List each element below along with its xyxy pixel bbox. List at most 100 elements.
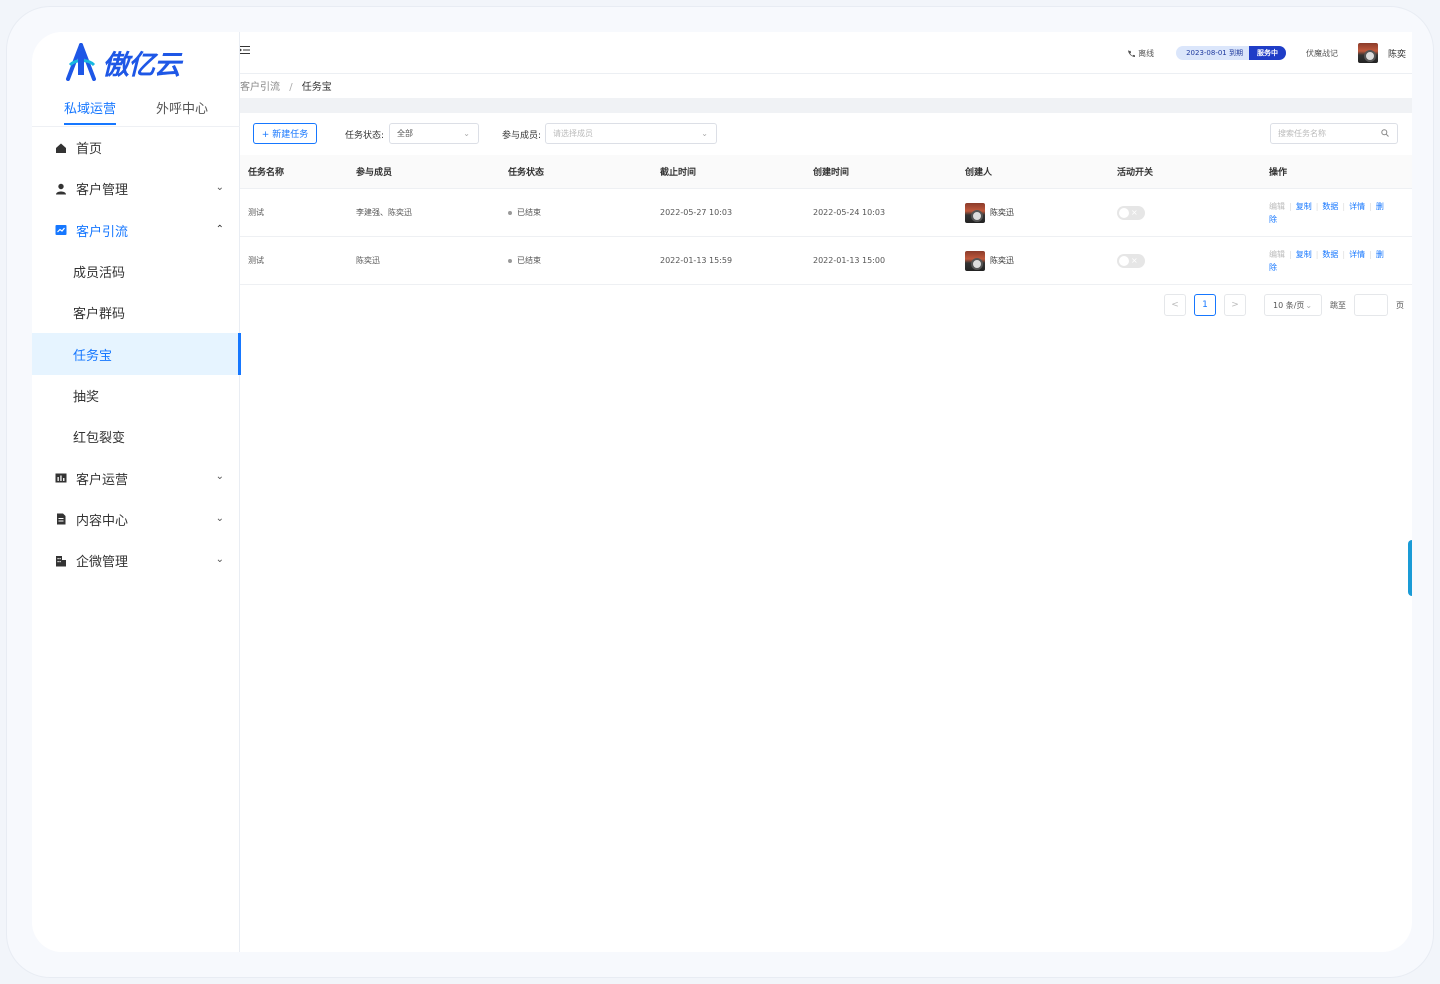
col-header: 截止时间	[660, 168, 697, 178]
table-header: 任务名称 参与成员 任务状态 截止时间 创建时间 创建人 活动开关 操作	[240, 155, 1412, 189]
detail-link[interactable]: 详情	[1349, 250, 1365, 259]
copy-link[interactable]: 复制	[1296, 250, 1312, 259]
chevron-up-icon: ⌃	[215, 223, 224, 235]
data-link[interactable]: 数据	[1322, 250, 1338, 259]
col-header: 活动开关	[1117, 168, 1154, 178]
chevron-down-icon: ⌄	[463, 129, 470, 138]
chevron-down-icon: ⌄	[701, 129, 708, 138]
building-icon	[54, 554, 68, 568]
search-icon[interactable]	[1381, 129, 1389, 139]
page-size-select[interactable]: 10 条/页 ⌄	[1264, 294, 1322, 316]
service-pill: 2023-08-01 到期 服务中	[1176, 46, 1286, 60]
copy-link[interactable]: 复制	[1296, 202, 1312, 211]
row-actions: 编辑 | 复制 | 数据 | 详情 | 删除	[1269, 249, 1384, 272]
delete-link[interactable]: 删	[1376, 250, 1384, 259]
creator-name: 陈奕迅	[990, 256, 1014, 265]
header-note[interactable]: 伏魔战记	[1306, 48, 1338, 59]
search-input[interactable]: 搜索任务名称	[1270, 123, 1398, 144]
tab-outbound-center[interactable]: 外呼中心	[156, 94, 208, 124]
user-icon	[54, 182, 68, 196]
activity-switch-cell	[1109, 253, 1261, 268]
header-right: 离线 2023-08-01 到期 服务中 伏魔战记 陈奕	[1128, 42, 1406, 64]
menu-item-home[interactable]: 首页	[32, 127, 240, 168]
menu-item-wecom-mgmt[interactable]: 企微管理 ⌄	[32, 540, 240, 581]
chart-icon	[54, 223, 68, 237]
expire-date: 2023-08-01 到期	[1186, 49, 1243, 57]
menu-item-customer-ops[interactable]: 客户运营 ⌄	[32, 457, 240, 498]
col-header: 任务名称	[248, 168, 285, 178]
top-tabs: 私域运营 外呼中心	[32, 94, 240, 125]
member-select-placeholder: 请选择成员	[553, 129, 593, 138]
breadcrumb-separator: /	[289, 82, 293, 93]
menu-item-customer-mgmt[interactable]: 客户管理 ⌄	[32, 168, 240, 209]
prev-page-button[interactable]: <	[1164, 294, 1186, 316]
edit-link[interactable]: 编辑	[1269, 250, 1285, 259]
col-header: 任务状态	[508, 168, 545, 178]
menu-label: 客户运营	[76, 472, 129, 488]
table-row: 测试 李建强、陈奕迅 已结束 2022-05-27 10:03 2022-05-…	[240, 189, 1412, 237]
menu-item-member-qrcode[interactable]: 成员活码	[32, 251, 240, 292]
chevron-down-icon: ⌄	[1305, 300, 1313, 310]
jump-label: 跳至	[1330, 300, 1346, 310]
menu-fold-icon[interactable]	[240, 44, 250, 58]
delete-link[interactable]: 删	[1376, 202, 1384, 211]
activity-toggle[interactable]	[1117, 205, 1145, 220]
status-select-value: 全部	[397, 129, 413, 138]
menu-item-red-packet[interactable]: 红包裂变	[32, 416, 240, 457]
col-header: 操作	[1269, 168, 1288, 178]
member-select[interactable]: 请选择成员 ⌄	[545, 123, 717, 144]
logo: 傲亿云	[64, 42, 181, 82]
row-actions: 编辑 | 复制 | 数据 | 详情 | 删除	[1269, 201, 1384, 224]
menu-item-lottery[interactable]: 抽奖	[32, 375, 240, 416]
side-drawer-handle[interactable]	[1408, 540, 1412, 596]
sidebar: 傲亿云 私域运营 外呼中心 首页 客户管理 ⌄ 客户引流 ⌃ 成员活码 客户群码…	[32, 32, 241, 952]
edit-link[interactable]: 编辑	[1269, 202, 1285, 211]
page-number[interactable]: 1	[1194, 294, 1216, 316]
data-link[interactable]: 数据	[1322, 202, 1338, 211]
jump-page-input[interactable]	[1354, 294, 1388, 316]
status-text: 已结束	[517, 208, 541, 217]
menu-item-group-qrcode[interactable]: 客户群码	[32, 292, 240, 333]
menu-item-content-center[interactable]: 内容中心 ⌄	[32, 499, 240, 540]
next-page-button[interactable]: >	[1224, 294, 1246, 316]
avatar	[965, 250, 985, 271]
menu-item-task-treasure[interactable]: 任务宝	[32, 333, 241, 376]
breadcrumb: 客户引流 / 任务宝	[240, 78, 332, 93]
task-creator: 陈奕迅	[957, 250, 1109, 271]
call-status[interactable]: 离线	[1128, 48, 1154, 59]
delete-link-wrap[interactable]: 除	[1269, 263, 1277, 272]
menu-label: 内容中心	[76, 513, 129, 529]
new-task-button[interactable]: + 新建任务	[253, 123, 317, 144]
pagination: < 1 > 10 条/页 ⌄ 跳至 页	[1164, 294, 1412, 316]
task-members: 李建强、陈奕迅	[356, 208, 412, 217]
delete-link-wrap[interactable]: 除	[1269, 215, 1277, 224]
dashboard-icon	[54, 471, 68, 485]
header-user-name[interactable]: 陈奕	[1388, 47, 1406, 60]
phone-icon	[1128, 49, 1136, 57]
app-window: 傲亿云 私域运营 外呼中心 首页 客户管理 ⌄ 客户引流 ⌃ 成员活码 客户群码…	[32, 32, 1412, 952]
col-header: 创建人	[965, 168, 993, 178]
brand-name: 傲亿云	[102, 49, 181, 81]
activity-switch-cell	[1109, 205, 1261, 220]
menu-label: 客户引流	[76, 224, 129, 240]
task-created: 2022-05-24 10:03	[813, 208, 886, 217]
chevron-down-icon: ⌄	[215, 182, 224, 194]
activity-toggle[interactable]	[1117, 253, 1145, 268]
status-select[interactable]: 全部 ⌄	[389, 123, 479, 144]
task-name: 测试	[248, 256, 264, 265]
page-label: 页	[1396, 300, 1404, 310]
status-filter-label: 任务状态:	[345, 131, 385, 141]
menu-label: 企微管理	[76, 555, 129, 571]
table-row: 测试 陈奕迅 已结束 2022-01-13 15:59 2022-01-13 1…	[240, 237, 1412, 285]
breadcrumb-parent[interactable]: 客户引流	[240, 82, 280, 93]
task-deadline: 2022-01-13 15:59	[660, 256, 733, 265]
side-menu: 首页 客户管理 ⌄ 客户引流 ⌃ 成员活码 客户群码 任务宝 抽奖 红包裂变 客…	[32, 127, 241, 581]
tab-private-ops[interactable]: 私域运营	[63, 94, 117, 125]
breadcrumb-current: 任务宝	[301, 82, 332, 93]
call-status-label: 离线	[1138, 48, 1155, 58]
col-header: 参与成员	[356, 168, 393, 178]
col-header: 创建时间	[813, 168, 850, 178]
detail-link[interactable]: 详情	[1349, 202, 1365, 211]
menu-item-customer-acquisition[interactable]: 客户引流 ⌃	[32, 210, 240, 251]
avatar[interactable]	[1357, 43, 1378, 63]
